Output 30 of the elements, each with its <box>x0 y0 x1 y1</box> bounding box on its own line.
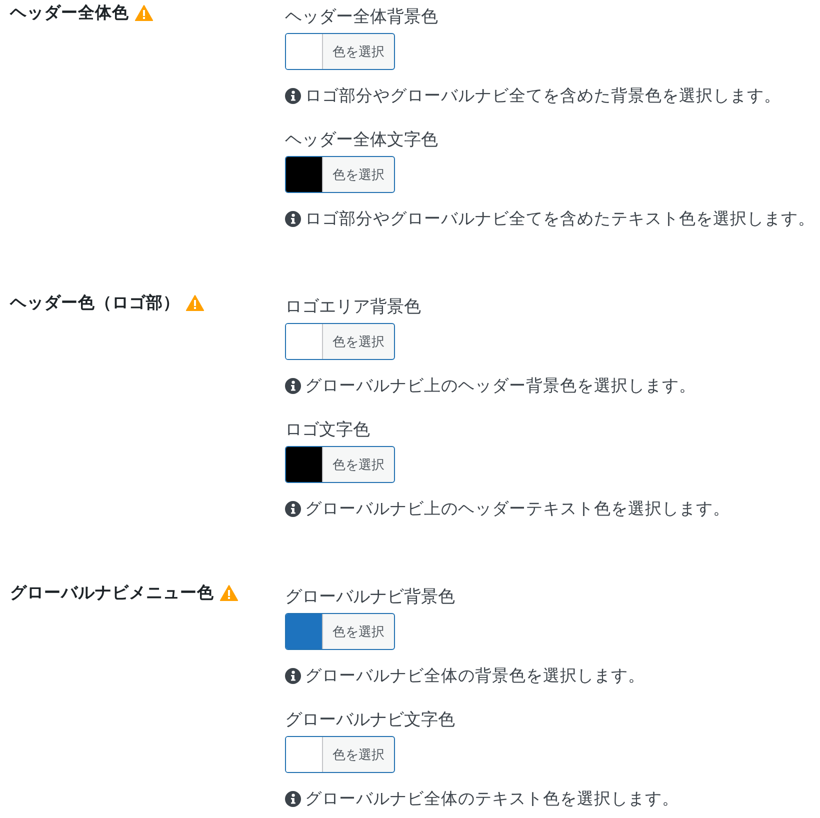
info-icon <box>285 378 301 394</box>
section-heading: ヘッダー全体色 <box>10 3 129 24</box>
field-label: ロゴ文字色 <box>285 419 370 441</box>
color-picker-button[interactable]: 色を選択 <box>285 33 395 70</box>
field-label: グローバルナビ背景色 <box>285 586 455 608</box>
field-description: ロゴ部分やグローバルナビ全てを含めたテキスト色を選択します。 <box>305 209 815 230</box>
field-description: グローバルナビ全体の背景色を選択します。 <box>305 666 645 687</box>
field-description: グローバルナビ上のヘッダーテキスト色を選択します。 <box>305 499 730 520</box>
section-heading: グローバルナビメニュー色 <box>10 583 214 604</box>
field-description: グローバルナビ全体のテキスト色を選択します。 <box>305 789 679 810</box>
info-icon <box>285 791 301 807</box>
warning-icon <box>220 585 238 601</box>
color-picker-button[interactable]: 色を選択 <box>285 446 395 483</box>
field-label: ヘッダー全体背景色 <box>285 6 438 28</box>
info-icon <box>285 88 301 104</box>
field-label: グローバルナビ文字色 <box>285 709 455 731</box>
warning-icon <box>135 5 153 21</box>
color-picker-button[interactable]: 色を選択 <box>285 613 395 650</box>
info-icon <box>285 668 301 684</box>
color-picker-button[interactable]: 色を選択 <box>285 736 395 773</box>
field-description: グローバルナビ上のヘッダー背景色を選択します。 <box>305 376 696 397</box>
field-label: ヘッダー全体文字色 <box>285 129 438 151</box>
field-label: ロゴエリア背景色 <box>285 296 421 318</box>
field-description: ロゴ部分やグローバルナビ全てを含めた背景色を選択します。 <box>305 86 781 107</box>
color-picker-button[interactable]: 色を選択 <box>285 323 395 360</box>
color-picker-button[interactable]: 色を選択 <box>285 156 395 193</box>
section-heading: ヘッダー色（ロゴ部） <box>10 292 180 314</box>
info-icon <box>285 211 301 227</box>
info-icon <box>285 501 301 517</box>
warning-icon <box>186 295 204 311</box>
